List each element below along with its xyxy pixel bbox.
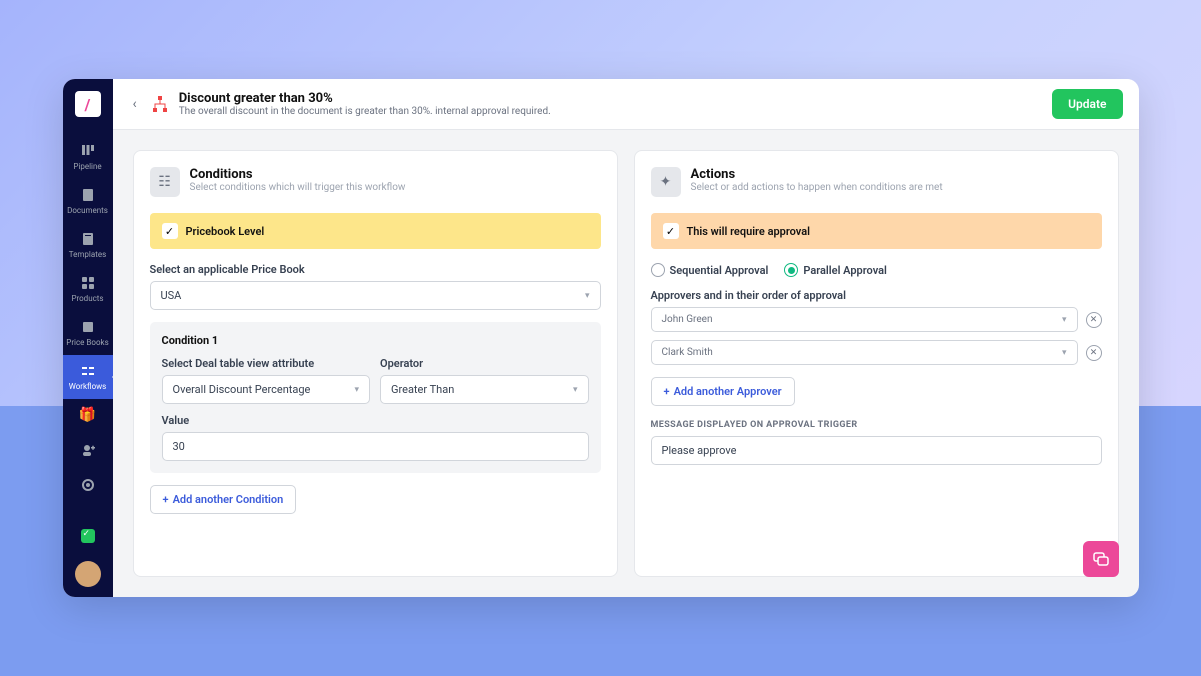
radio-unchecked-icon <box>651 263 665 277</box>
approver-row-2: Clark Smith ▾ ✕ <box>651 340 1102 365</box>
radio-checked-icon <box>784 263 798 277</box>
logo[interactable]: / <box>75 91 101 117</box>
app-window: / Pipeline Documents Templates Products … <box>63 79 1139 597</box>
remove-approver-1-button[interactable]: ✕ <box>1086 312 1102 328</box>
add-condition-button[interactable]: + Add another Condition <box>150 485 297 514</box>
pricebook-level-checkbox[interactable]: ✓ <box>162 223 178 239</box>
sidebar-item-label: Pipeline <box>73 162 101 171</box>
sidebar-item-workflows[interactable]: Workflows <box>63 355 113 399</box>
chat-icon <box>1092 550 1110 568</box>
sidebar-item-documents[interactable]: Documents <box>63 179 113 223</box>
pricebook-level-banner: ✓ Pricebook Level <box>150 213 601 249</box>
products-icon <box>80 275 96 291</box>
actions-header: ✦ Actions Select or add actions to happe… <box>651 167 1102 197</box>
chevron-down-icon: ▾ <box>1062 315 1067 325</box>
chevron-down-icon: ▾ <box>354 385 359 395</box>
pricebook-level-label: Pricebook Level <box>186 225 265 238</box>
condition-1-box: Condition 1 Select Deal table view attri… <box>150 322 601 473</box>
approval-checkbox[interactable]: ✓ <box>663 223 679 239</box>
content-area: ☷ Conditions Select conditions which wil… <box>113 130 1139 597</box>
value-label: Value <box>162 414 589 427</box>
approver-2-select[interactable]: Clark Smith ▾ <box>651 340 1078 365</box>
pricebook-select[interactable]: USA ▾ <box>150 281 601 310</box>
sidebar-item-label: Price Books <box>66 338 108 347</box>
documents-icon <box>80 187 96 203</box>
sidebar-item-pricebooks[interactable]: Price Books <box>63 311 113 355</box>
condition-1-title: Condition 1 <box>162 334 589 347</box>
message-section-label: MESSAGE DISPLAYED ON APPROVAL TRIGGER <box>651 420 1102 430</box>
sidebar-item-gift[interactable]: 🎁 <box>63 399 113 434</box>
sidebar-item-security[interactable] <box>63 520 113 555</box>
avatar[interactable] <box>75 561 101 587</box>
chevron-down-icon: ▾ <box>573 385 578 395</box>
sequential-radio[interactable]: Sequential Approval <box>651 263 769 277</box>
templates-icon <box>80 231 96 247</box>
update-button[interactable]: Update <box>1052 89 1122 119</box>
actions-title: Actions <box>691 167 943 182</box>
page-subtitle: The overall discount in the document is … <box>179 106 1042 117</box>
add-approver-button[interactable]: + Add another Approver <box>651 377 795 406</box>
pricebook-field-label: Select an applicable Price Book <box>150 263 601 276</box>
header-text: Discount greater than 30% The overall di… <box>179 91 1042 117</box>
conditions-panel: ☷ Conditions Select conditions which wil… <box>133 150 618 577</box>
sidebar-item-label: Templates <box>69 250 106 259</box>
gift-icon: 🎁 <box>80 407 96 423</box>
page-title: Discount greater than 30% <box>179 91 1042 106</box>
approver-1-value: John Green <box>662 314 713 325</box>
actions-panel: ✦ Actions Select or add actions to happe… <box>634 150 1119 577</box>
attribute-value: Overall Discount Percentage <box>173 383 311 396</box>
pricebooks-icon <box>80 319 96 335</box>
sidebar-item-add-user[interactable] <box>63 434 113 469</box>
plus-icon: + <box>163 493 169 506</box>
parallel-label: Parallel Approval <box>803 264 887 277</box>
sidebar-item-label: Products <box>71 294 103 303</box>
add-user-icon <box>80 442 96 458</box>
approval-banner-label: This will require approval <box>687 225 811 238</box>
plus-icon: + <box>664 385 670 398</box>
chevron-down-icon: ▾ <box>585 291 590 301</box>
sidebar: / Pipeline Documents Templates Products … <box>63 79 113 597</box>
actions-subtitle: Select or add actions to happen when con… <box>691 182 943 193</box>
sidebar-item-settings[interactable] <box>63 469 113 504</box>
remove-approver-2-button[interactable]: ✕ <box>1086 345 1102 361</box>
approver-2-value: Clark Smith <box>662 347 713 358</box>
sidebar-item-label: Documents <box>67 206 108 215</box>
sidebar-item-pipeline[interactable]: Pipeline <box>63 135 113 179</box>
add-condition-label: Add another Condition <box>173 493 284 506</box>
approval-banner: ✓ This will require approval <box>651 213 1102 249</box>
workflow-tree-icon <box>151 95 169 113</box>
chat-button[interactable] <box>1083 541 1119 577</box>
list-icon: ☷ <box>150 167 180 197</box>
sidebar-item-products[interactable]: Products <box>63 267 113 311</box>
approvers-label: Approvers and in their order of approval <box>651 289 1102 302</box>
approval-type-row: Sequential Approval Parallel Approval <box>651 263 1102 277</box>
sidebar-item-label: Workflows <box>69 382 107 391</box>
add-approver-label: Add another Approver <box>674 385 782 398</box>
pricebook-value: USA <box>161 289 182 302</box>
wand-icon: ✦ <box>651 167 681 197</box>
value-input[interactable] <box>162 432 589 461</box>
attribute-select[interactable]: Overall Discount Percentage ▾ <box>162 375 371 404</box>
operator-select[interactable]: Greater Than ▾ <box>380 375 589 404</box>
operator-value: Greater Than <box>391 383 454 396</box>
header: ‹ Discount greater than 30% The overall … <box>113 79 1139 130</box>
sequential-label: Sequential Approval <box>670 264 769 277</box>
sidebar-item-templates[interactable]: Templates <box>63 223 113 267</box>
conditions-header: ☷ Conditions Select conditions which wil… <box>150 167 601 197</box>
shield-icon <box>80 528 96 544</box>
gear-icon <box>80 477 96 493</box>
message-input[interactable] <box>651 436 1102 465</box>
conditions-title: Conditions <box>190 167 406 182</box>
workflows-icon <box>80 363 96 379</box>
back-button[interactable]: ‹ <box>129 94 141 114</box>
parallel-radio[interactable]: Parallel Approval <box>784 263 887 277</box>
main-content: ‹ Discount greater than 30% The overall … <box>113 79 1139 597</box>
conditions-subtitle: Select conditions which will trigger thi… <box>190 182 406 193</box>
pipeline-icon <box>80 143 96 159</box>
operator-label: Operator <box>380 357 589 370</box>
chevron-down-icon: ▾ <box>1062 348 1067 358</box>
attribute-label: Select Deal table view attribute <box>162 357 371 370</box>
approver-row-1: John Green ▾ ✕ <box>651 307 1102 332</box>
approver-1-select[interactable]: John Green ▾ <box>651 307 1078 332</box>
